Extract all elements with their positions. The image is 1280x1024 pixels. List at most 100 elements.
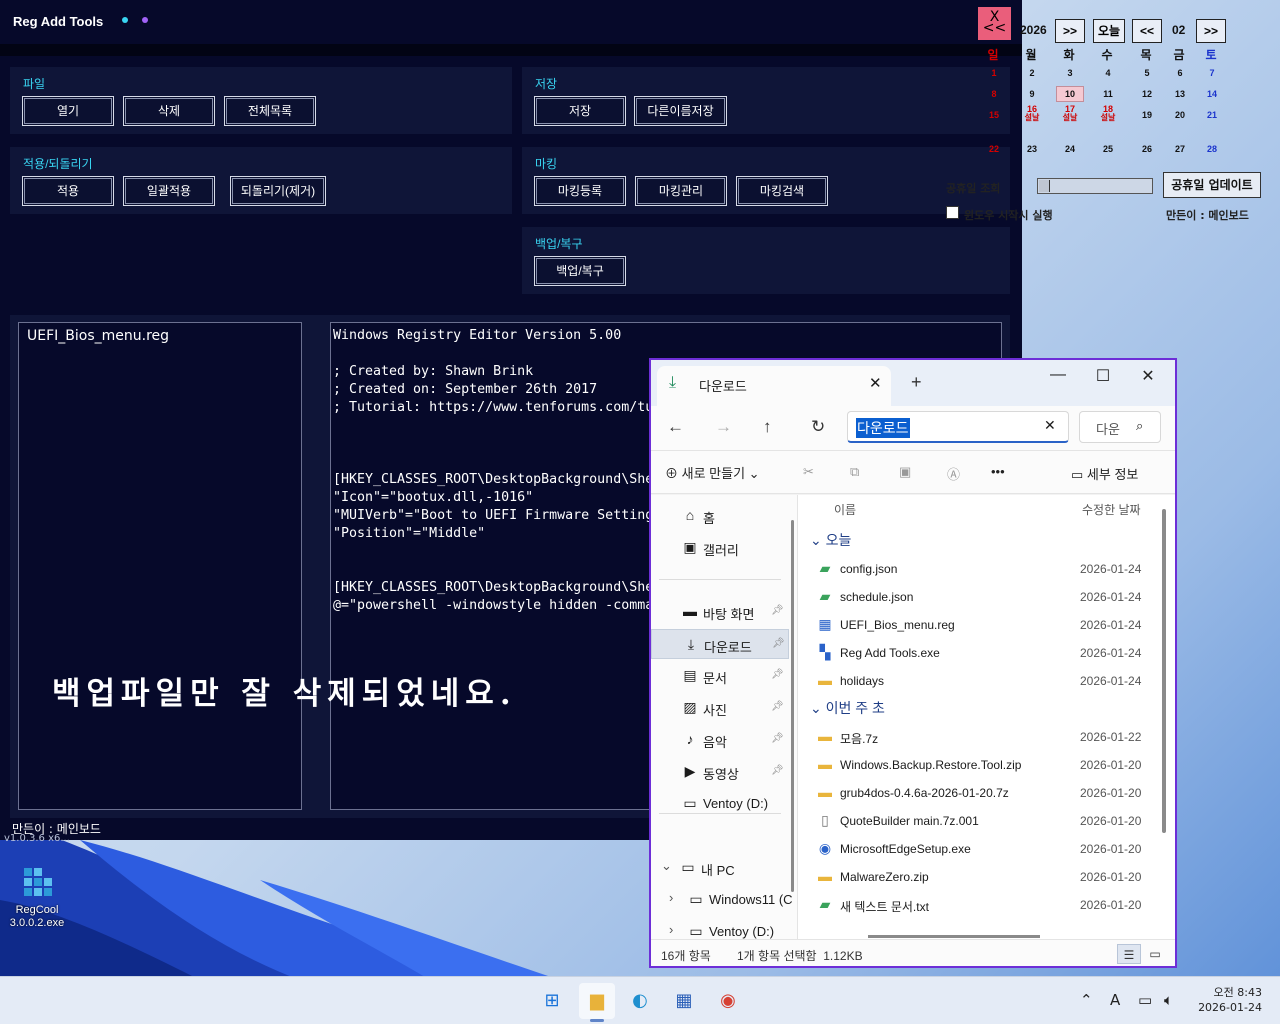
calendar-day[interactable]: 3 [1056,68,1084,78]
tiles-view-icon[interactable]: ▭ [1143,944,1167,964]
file-row[interactable]: ◉ MicrosoftEdgeSetup.exe 2026-01-20 [798,835,1160,863]
refresh-icon[interactable]: ↻ [811,417,825,437]
close-window-icon[interactable]: ✕ [1133,366,1163,386]
back-icon[interactable]: ← [667,417,684,437]
more-options-icon[interactable]: ••• [991,464,1005,479]
clear-icon[interactable]: ✕ [1044,417,1056,434]
up-icon[interactable]: ↑ [763,417,772,437]
sidebar-item[interactable]: ▶ 동영상 📌︎ [651,757,789,787]
file-row[interactable]: ▬ grub4dos-0.4.6a-2026-01-20.7z 2026-01-20 [798,779,1160,807]
file-row[interactable]: ▦ UEFI_Bios_menu.reg 2026-01-24 [798,611,1160,639]
sidebar-item[interactable]: ▣ 갤러리 [651,533,789,563]
forward-icon[interactable]: → [715,417,732,437]
calendar-day[interactable]: 12 [1133,89,1161,99]
close-tab-icon[interactable]: ✕ [869,374,882,392]
calendar-day[interactable]: 2 [1018,68,1046,78]
start-button[interactable]: ⊞ [534,983,570,1019]
tab-downloads[interactable]: ⤓ 다운로드 ✕ [657,366,891,406]
calendar-day[interactable]: 9 [1018,89,1046,99]
column-header-date[interactable]: 수정한 날짜 [1082,501,1141,518]
marking-search-button[interactable]: 마킹검색 [736,176,828,206]
rename-icon[interactable]: Ⓐ [947,464,960,483]
calendar-day[interactable]: 22 [980,144,1008,154]
calendar-day[interactable]: 21 [1198,110,1226,120]
backup-restore-button[interactable]: 백업/복구 [534,256,626,286]
full-list-button[interactable]: 전체목록 [224,96,316,126]
startup-checkbox[interactable] [946,206,959,219]
ime-indicator[interactable]: A [1110,991,1120,1009]
network-icon[interactable]: ▭ [1138,991,1152,1009]
chevron-down-icon[interactable]: ⌄ [810,532,826,548]
cut-icon[interactable]: ✂ [803,464,814,480]
calendar-day[interactable]: 14 [1198,89,1226,99]
calendar-day[interactable]: 4 [1094,68,1122,78]
paste-icon[interactable]: ▣ [899,464,911,480]
holiday-update-button[interactable]: 공휴일 업데이트 [1163,172,1261,198]
calendar-day[interactable]: 11 [1094,89,1122,99]
sidebar-item[interactable]: ⌄ ▭ 내 PC [651,853,789,883]
reg-file-list[interactable]: UEFI_Bios_menu.reg [18,322,302,810]
new-button[interactable]: ⊕ 새로 만들기 ⌄ [665,463,760,482]
calendar-day[interactable]: 27 [1166,144,1194,154]
calendar-day[interactable]: 17 설날 [1056,104,1084,122]
chevron-down-icon[interactable]: ⌄ [810,700,826,716]
file-row[interactable]: ▬ holidays 2026-01-24 [798,667,1160,695]
save-as-button[interactable]: 다른이름저장 [634,96,727,126]
month-next-button[interactable]: >> [1196,19,1226,43]
nav-scrollbar[interactable] [791,520,794,892]
calendar-day[interactable]: 25 [1094,144,1122,154]
file-row[interactable]: ▰ schedule.json 2026-01-24 [798,583,1160,611]
horizontal-scrollbar[interactable] [868,935,1040,938]
calendar-day[interactable]: 28 [1198,144,1226,154]
details-button[interactable]: ▭ 세부 정보 [1071,464,1138,483]
calendar-day[interactable]: 16 설날 [1018,104,1046,122]
close-button[interactable]: X << [978,7,1011,40]
file-row[interactable]: ▯ QuoteBuilder main.7z.001 2026-01-20 [798,807,1160,835]
chevron-right-icon[interactable]: › [669,890,673,905]
maximize-icon[interactable]: ☐ [1088,366,1118,386]
calendar-day[interactable]: 10 [1056,86,1084,102]
calendar-day[interactable]: 5 [1133,68,1161,78]
marking-register-button[interactable]: 마킹등록 [534,176,626,206]
sidebar-item[interactable]: ♪ 음악 📌︎ [651,725,789,755]
calendar-day[interactable]: 18 설날 [1094,104,1122,122]
calendar-day[interactable]: 15 [980,110,1008,120]
batch-apply-button[interactable]: 일괄적용 [123,176,215,206]
regcool-desktop-icon[interactable]: RegCool 3.0.0.2.exe [2,866,72,936]
sidebar-item[interactable]: ▤ 문서 📌︎ [651,661,789,691]
month-prev-button[interactable]: << [1132,19,1162,43]
file-row[interactable]: ▰ config.json 2026-01-24 [798,555,1160,583]
file-row[interactable]: ▬ Windows.Backup.Restore.Tool.zip 2026-01-… [798,751,1160,779]
calendar-day[interactable]: 13 [1166,89,1194,99]
file-row[interactable]: ▚ Reg Add Tools.exe 2026-01-24 [798,639,1160,667]
chevron-down-icon[interactable]: ⌄ [661,858,672,874]
address-input[interactable]: 다운로드 ✕ [847,411,1069,443]
edge-taskbar-icon[interactable]: ◐ [622,983,658,1019]
sidebar-item[interactable]: ▨ 사진 📌︎ [651,693,789,723]
apply-button[interactable]: 적용 [22,176,114,206]
marking-manage-button[interactable]: 마킹관리 [635,176,727,206]
clock[interactable]: 오전 8:43 2026-01-24 [1196,985,1262,1015]
sidebar-item[interactable]: ⤓ 다운로드 📌︎ [651,629,789,659]
column-header-name[interactable]: 이름 [834,501,856,518]
file-row[interactable]: ▬ 모음.7z 2026-01-22 [798,723,1160,751]
calendar-day[interactable]: 24 [1056,144,1084,154]
calendar-day[interactable]: 8 [980,89,1008,99]
delete-button[interactable]: 삭제 [123,96,215,126]
calendar-day[interactable]: 7 [1198,68,1226,78]
details-view-icon[interactable]: ☰ [1117,944,1141,964]
chevron-right-icon[interactable]: › [669,922,673,937]
calendar-day[interactable]: 19 [1133,110,1161,120]
search-input[interactable]: 다운 ⌕ [1079,411,1161,443]
sidebar-item[interactable]: ▭ Ventoy (D:) [651,789,789,819]
sidebar-item[interactable]: ⌂ 홈 [651,501,789,531]
new-tab-icon[interactable]: + [911,372,922,393]
group-header[interactable]: ⌄ 이번 주 초 [810,698,885,718]
list-item[interactable]: UEFI_Bios_menu.reg [27,328,169,344]
save-button[interactable]: 저장 [534,96,626,126]
chevron-up-icon[interactable]: ⌃ [1080,991,1093,1009]
file-row[interactable]: ▰ 새 텍스트 문서.txt 2026-01-20 [798,891,1160,919]
volume-icon[interactable]: 🔈︎ [1164,991,1173,1009]
revert-button[interactable]: 되돌리기(제거) [230,176,326,206]
minimize-icon[interactable]: — [1043,366,1073,384]
